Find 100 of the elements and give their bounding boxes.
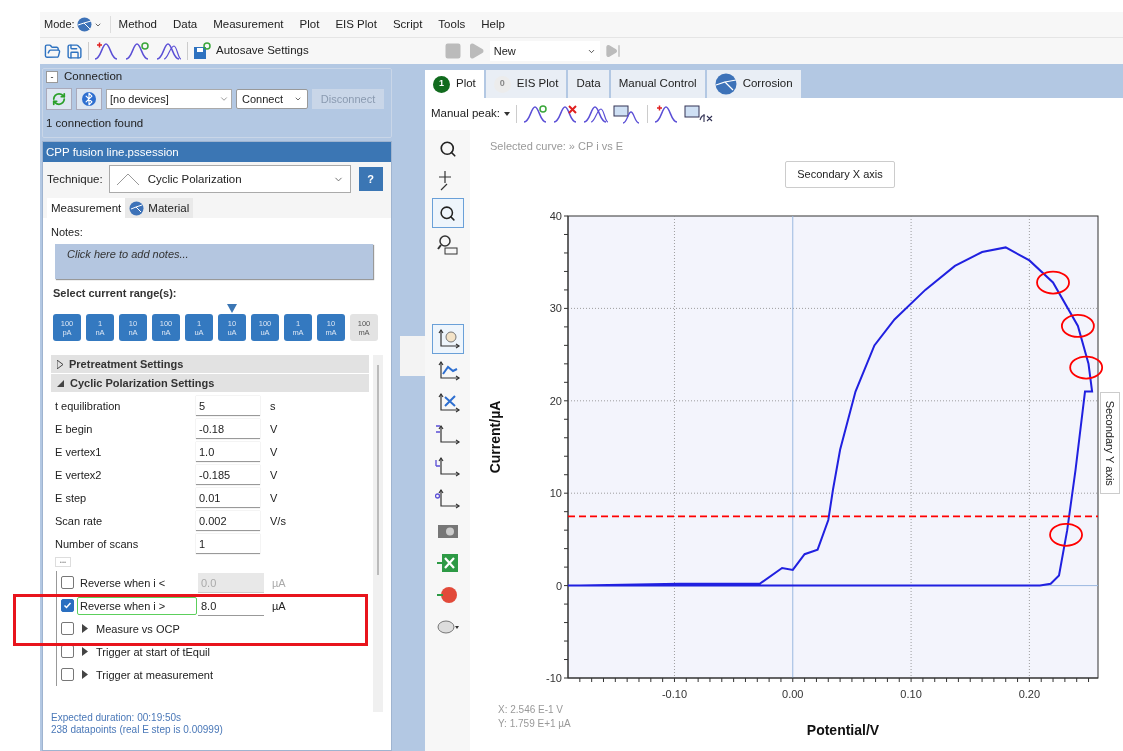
notes-field[interactable]: Click here to add notes...: [55, 243, 373, 279]
unit-label: V: [270, 467, 278, 483]
fit-function-icon[interactable]: [684, 104, 715, 124]
tick-label: -10: [546, 672, 562, 684]
unit-label: µA: [272, 575, 286, 591]
dropdown-caret-icon[interactable]: [504, 112, 511, 116]
status-text: 1 connection found: [46, 116, 145, 131]
refresh-icon: [52, 92, 66, 106]
datapoints-text: 238 datapoints (real E step is 0.00999): [51, 724, 224, 736]
menu-item[interactable]: Measurement: [205, 15, 292, 34]
bluetooth-icon: [82, 92, 96, 106]
expanded-icon: [57, 379, 64, 387]
option-label: Trigger at measurement: [96, 667, 213, 683]
field-label: Technique:: [47, 171, 103, 187]
cursor-y-text: Y: 1.759 E+1 µA: [498, 717, 571, 731]
section-header[interactable]: Cyclic Polarization Settings: [51, 374, 369, 393]
add-peak-icon[interactable]: [523, 104, 550, 124]
menu-item[interactable]: Data: [164, 15, 206, 34]
caret-icon: [294, 95, 302, 103]
group-title: Connection: [64, 69, 123, 85]
tick-label: 40: [549, 210, 562, 222]
value-field[interactable]: 1: [196, 533, 260, 554]
help-button[interactable]: ?: [358, 167, 383, 192]
collapse-button[interactable]: -: [46, 71, 58, 83]
add-curve-icon[interactable]: [125, 41, 151, 61]
count-badge: 1: [433, 75, 450, 93]
param-label: E vertex2: [55, 467, 103, 483]
expand-icon[interactable]: [82, 624, 88, 634]
bluetooth-button[interactable]: [76, 88, 102, 110]
autosave-settings-button[interactable]: Autosave Settings: [216, 42, 309, 60]
section-header[interactable]: Pretreatment Settings: [51, 355, 369, 374]
refresh-button[interactable]: [46, 88, 72, 110]
secondary-x-axis-button[interactable]: Secondary X axis: [785, 161, 895, 188]
device-dropdown[interactable]: [no devices]: [106, 89, 232, 109]
cursor-x-text: X: 2.546 E-1 V: [498, 703, 564, 717]
param-label: Scan rate: [55, 513, 104, 529]
curve-select-icon[interactable]: [431, 324, 464, 354]
param-label: E begin: [55, 421, 94, 437]
param-label: Number of scans: [55, 536, 140, 552]
axis-title: Potential/V: [806, 722, 880, 738]
unit-label: µA: [272, 598, 286, 614]
tick-label: 0.00: [782, 688, 804, 700]
mode-selector[interactable]: Mode:: [44, 16, 111, 33]
plot-tab[interactable]: Manual Control: [610, 70, 705, 98]
tick-label: 30: [549, 302, 562, 315]
session-title: CPP fusion line.pssession: [43, 142, 391, 163]
param-label: E step: [55, 490, 88, 506]
expand-icon[interactable]: [82, 670, 88, 680]
plot-tab[interactable]: 0 EIS Plot: [485, 70, 567, 98]
run-selector[interactable]: New: [489, 41, 600, 61]
menu-item[interactable]: Plot: [291, 15, 328, 34]
option-label: Reverse when i <: [79, 575, 167, 591]
menu-item[interactable]: Script: [384, 15, 431, 34]
settings-tab[interactable]: Material: [125, 198, 194, 219]
value-field[interactable]: 0.002: [196, 510, 260, 531]
value-field[interactable]: 5: [196, 395, 260, 416]
checkbox[interactable]: [61, 668, 74, 682]
zoom-icon[interactable]: [431, 198, 464, 228]
caret-icon: [219, 94, 229, 104]
load-curve-icon[interactable]: [94, 41, 120, 61]
menu-item[interactable]: EIS Plot: [327, 15, 385, 34]
tick-label: 0.20: [1018, 688, 1041, 700]
option-label: Trigger at start of tEquil: [96, 644, 210, 660]
autosave-icon[interactable]: [193, 42, 211, 60]
double-peak-icon[interactable]: [583, 104, 610, 124]
plot-tab[interactable]: 1 Plot: [425, 70, 484, 98]
connect-button[interactable]: Connect: [236, 89, 308, 109]
checkbox[interactable]: [61, 599, 74, 613]
expand-icon[interactable]: [82, 647, 88, 657]
unit-label: V/s: [270, 513, 286, 529]
open-icon[interactable]: [44, 42, 61, 60]
plot-tab[interactable]: Data: [568, 70, 609, 98]
save-icon[interactable]: [66, 42, 83, 60]
value-field[interactable]: 1.0: [196, 441, 260, 462]
option-label: Reverse when i >: [77, 596, 197, 615]
check-icon: [63, 601, 72, 611]
menu-item[interactable]: Tools: [430, 15, 474, 34]
save-curve-icon[interactable]: [156, 41, 182, 61]
value-field[interactable]: -0.18: [196, 418, 260, 439]
plot-tab[interactable]: Corrosion: [706, 70, 801, 98]
unit-label: s: [270, 398, 276, 414]
value-field[interactable]: -0.185: [196, 464, 260, 485]
param-label: E vertex1: [55, 444, 103, 460]
field-label: Notes:: [51, 225, 84, 241]
unit-label: V: [270, 490, 278, 506]
secondary-y-axis-tab[interactable]: Secondary Y axis: [1100, 392, 1120, 494]
duration-text: Expected duration: 00:19:50s: [51, 712, 183, 724]
peak-table-icon[interactable]: [613, 104, 642, 124]
remove-peak-icon[interactable]: [553, 104, 580, 124]
menu-item[interactable]: Help: [473, 15, 513, 34]
menu-item[interactable]: Method: [110, 15, 165, 34]
mode-icon[interactable]: [76, 17, 92, 32]
value-field[interactable]: 0.01: [196, 487, 260, 508]
checkbox[interactable]: [61, 622, 74, 636]
option-label: Measure vs OCP: [96, 621, 180, 637]
settings-tab[interactable]: Measurement: [47, 198, 126, 219]
manual-peak-dropdown[interactable]: Manual peak:: [431, 105, 501, 123]
technique-dropdown[interactable]: Cyclic Polarization: [108, 165, 351, 194]
count-badge: 0: [493, 75, 511, 93]
collapsed-icon: [57, 359, 63, 369]
